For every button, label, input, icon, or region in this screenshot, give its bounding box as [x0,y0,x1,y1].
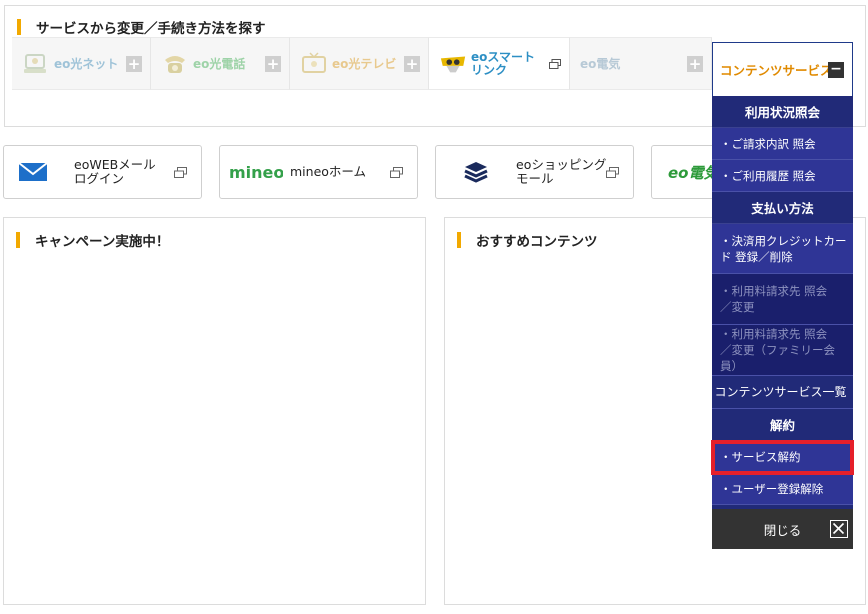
eo-denki-button[interactable]: eo電気 [651,145,721,199]
external-window-icon [390,167,403,178]
menu-item-line1: ・決済用クレジットカー [720,233,847,248]
close-menu-button[interactable]: 閉じる [712,509,853,549]
tab-label-line2: リンク [471,62,508,77]
close-label: 閉じる [763,522,802,538]
menu-section-usage-inquiry: 利用状況照会 [712,96,853,128]
expand-plus-icon[interactable]: + [404,56,420,72]
service-tabs: eo光ネット + eo光電話 + eo光テレビ + eoスマート リンク eo電… [12,37,712,90]
close-icon[interactable] [830,520,848,538]
tab-eo-hikari-net[interactable]: eo光ネット + [12,37,151,90]
svg-text:eo電気: eo電気 [668,164,716,182]
eo-denki-logo: eo電気 [652,161,720,183]
page: サービスから変更／手続き方法を探す eo光ネット + eo光電話 + eo光テレ… [0,0,868,614]
shortcut-label: eoショッピング モール [516,158,606,186]
menu-item-text: ・利用料請求先 照会 ／変更（ファミリー会員） [720,326,849,374]
tab-eo-denki[interactable]: eo電気 + [570,37,712,90]
mineo-logo: mineo [220,162,290,182]
shortcut-label: eoWEBメール ログイン [74,158,156,186]
content-service-dropdown-menu: 利用状況照会 ・ご請求内訳 照会 ・ご利用履歴 照会 支払い方法 ・決済用クレジ… [711,96,854,549]
menu-section-payment-method: 支払い方法 [712,192,853,224]
heading-accent-bar [457,232,461,248]
menu-item-line2: ド 登録／削除 [720,249,793,264]
heading-accent-bar [16,232,20,248]
tab-eo-smart-link[interactable]: eoスマート リンク [429,37,570,90]
shortcut-label-line1: eoWEBメール [74,157,156,172]
recommend-heading: おすすめコンテンツ [457,230,598,250]
external-window-icon [606,167,619,178]
menu-item-service-cancellation[interactable]: ・サービス解約 [711,440,854,475]
external-window-icon [174,167,187,178]
menu-item-line2: ／変更 [720,300,755,314]
mineo-home-button[interactable]: mineo mineoホーム [219,145,418,199]
menu-item-content-service-list[interactable]: コンテンツサービス一覧 [712,376,853,409]
shortcut-label: mineoホーム [290,165,366,179]
smart-link-icon [439,52,467,76]
layers-stack-icon [436,160,516,184]
tab-content-service[interactable]: コンテンツサービス − [712,42,853,96]
telephone-icon [161,52,189,76]
service-search-title: サービスから変更／手続き方法を探す [36,21,266,37]
tab-label: eo光ネット [54,57,119,71]
campaign-heading: キャンペーン実施中！ [16,230,169,250]
tab-label-line1: eoスマート [471,49,536,64]
expand-plus-icon[interactable]: + [265,56,281,72]
expand-plus-icon[interactable]: + [126,56,142,72]
menu-item-text: ・決済用クレジットカー ド 登録／削除 [720,233,847,265]
shortcut-label-line2: モール [516,171,554,186]
content-tab-label: コンテンツサービス [720,63,833,78]
campaign-title: キャンペーン実施中！ [35,234,170,250]
svg-text:mineo: mineo [229,163,283,182]
pc-monitor-icon [22,52,50,76]
mail-envelope-icon [4,162,62,182]
eo-shopping-mall-button[interactable]: eoショッピング モール [435,145,634,199]
menu-item-billing-address: ・利用料請求先 照会 ／変更 [712,274,853,325]
expand-plus-icon[interactable]: + [687,56,703,72]
eoweb-mail-login-button[interactable]: eoWEBメール ログイン [3,145,202,199]
tab-label: eo光テレビ [332,57,397,71]
menu-item-line2: ／変更（ファミリー会員） [720,343,835,373]
menu-item-line1: ・利用料請求先 照会 [720,284,828,298]
tab-label: eo光電話 [193,57,246,71]
tv-icon [300,51,328,76]
menu-item-usage-history[interactable]: ・ご利用履歴 照会 [712,160,853,192]
tab-label: eoスマート リンク [471,49,536,77]
menu-item-credit-card[interactable]: ・決済用クレジットカー ド 登録／削除 [712,224,853,274]
campaign-panel: キャンペーン実施中！ [3,217,426,605]
shortcut-label-line1: mineoホーム [290,164,367,179]
collapse-minus-icon[interactable]: − [828,62,844,78]
tab-label: eo電気 [580,57,621,71]
service-search-heading: サービスから変更／手続き方法を探す [17,17,266,37]
menu-item-text: ・利用料請求先 照会 ／変更 [720,283,827,315]
external-window-icon [549,59,561,69]
heading-accent-bar [17,19,21,35]
menu-item-billing-address-family: ・利用料請求先 照会 ／変更（ファミリー会員） [712,325,853,376]
menu-section-cancellation: 解約 [712,409,853,441]
menu-item-user-deregistration[interactable]: ・ユーザー登録解除 [712,474,853,505]
tab-eo-hikari-denwa[interactable]: eo光電話 + [151,37,290,90]
menu-item-line1: ・利用料請求先 照会 [720,327,828,341]
shortcut-label-line2: ログイン [74,171,125,186]
tab-eo-hikari-tv[interactable]: eo光テレビ + [290,37,429,90]
shortcut-label-line1: eoショッピング [516,157,607,172]
recommend-title: おすすめコンテンツ [476,234,598,250]
menu-item-billing-detail[interactable]: ・ご請求内訳 照会 [712,128,853,160]
